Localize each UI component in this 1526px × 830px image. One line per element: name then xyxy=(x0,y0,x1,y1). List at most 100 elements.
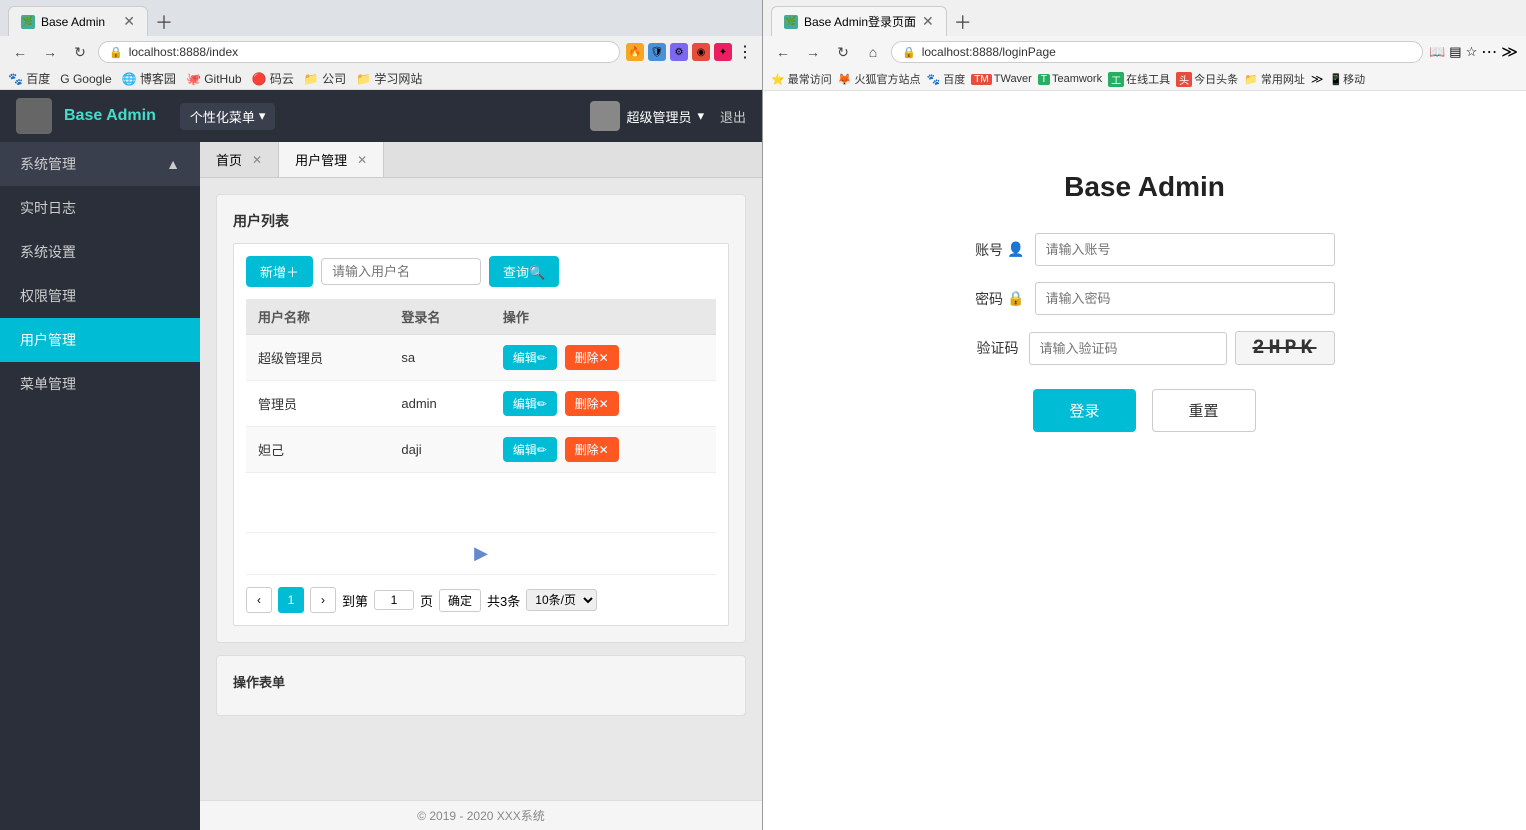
page-1-btn[interactable]: 1 xyxy=(278,587,304,613)
prev-page-btn[interactable]: ‹ xyxy=(246,587,272,613)
ext-icon-3[interactable]: ⚙ xyxy=(670,43,688,61)
cell-actions: 编辑✏ 删除✕ xyxy=(491,381,716,427)
sidebar-item-permission[interactable]: 权限管理 xyxy=(0,274,200,318)
edit-button-1[interactable]: 编辑✏ xyxy=(503,345,557,370)
delete-button-2[interactable]: 删除✕ xyxy=(565,391,619,416)
right-bm-tools[interactable]: 工 在线工具 xyxy=(1108,71,1170,87)
right-menu-more[interactable]: ≫ xyxy=(1501,42,1518,62)
right-tab-1-close[interactable]: ✕ xyxy=(922,13,934,30)
right-bookmark-icon[interactable]: ☆ xyxy=(1466,44,1478,60)
left-new-tab-btn[interactable]: ＋ xyxy=(150,8,178,36)
captcha-image[interactable]: 2HPK xyxy=(1235,331,1335,365)
sidebar-item-menu-management[interactable]: 菜单管理 xyxy=(0,362,200,406)
page-unit: 页 xyxy=(420,591,433,610)
right-browser-window: 🌿 Base Admin登录页面 ✕ ＋ ← → ↻ ⌂ 🔒 localhost… xyxy=(763,0,1526,830)
sidebar-collapse-icon: ▲ xyxy=(166,156,180,172)
content-tab-user-close[interactable]: ✕ xyxy=(357,153,367,167)
right-bm-more[interactable]: ≫ xyxy=(1311,72,1324,86)
logout-btn[interactable]: 退出 xyxy=(720,107,746,126)
header-right: 超级管理员 ▾ 退出 xyxy=(590,101,746,131)
sidebar-section-system[interactable]: 系统管理 ▲ xyxy=(0,142,200,186)
next-page-btn[interactable]: › xyxy=(310,587,336,613)
account-input[interactable] xyxy=(1035,233,1335,266)
ext-icon-5[interactable]: ✦ xyxy=(714,43,732,61)
bm-github[interactable]: 🐙 GitHub xyxy=(186,72,242,86)
account-row: 账号 👤 xyxy=(955,233,1335,266)
goto-confirm-btn[interactable]: 确定 xyxy=(439,589,481,612)
delete-button-1[interactable]: 删除✕ xyxy=(565,345,619,370)
login-buttons: 登录 重置 xyxy=(955,389,1335,432)
right-menu-btn[interactable]: ⋯ xyxy=(1481,42,1497,62)
password-label: 密码 🔒 xyxy=(955,289,1035,309)
account-label-text: 账号 xyxy=(975,240,1003,260)
ext-icon-2[interactable]: 🛡 xyxy=(648,43,666,61)
right-bm-teamwork[interactable]: T Teamwork xyxy=(1038,73,1102,85)
bm-mayun[interactable]: 🔴 码云 xyxy=(252,70,294,87)
footer-text: © 2019 - 2020 XXX系统 xyxy=(417,809,545,823)
left-reload-btn[interactable]: ↻ xyxy=(68,40,92,64)
left-forward-btn[interactable]: → xyxy=(38,40,62,64)
bm-baidu[interactable]: 🐾 百度 xyxy=(8,70,50,87)
right-tab-bar: 🌿 Base Admin登录页面 ✕ ＋ xyxy=(771,6,1518,36)
right-back-btn[interactable]: ← xyxy=(771,40,795,64)
captcha-input[interactable] xyxy=(1029,332,1227,365)
captcha-label: 验证码 xyxy=(955,338,1029,358)
scroll-container[interactable]: 用户列表 新增＋ 查询🔍 xyxy=(200,178,762,800)
left-tab-1-close[interactable]: ✕ xyxy=(123,13,135,30)
right-bm-firefox[interactable]: 🦊 火狐官方站点 xyxy=(838,71,921,87)
user-list-panel: 用户列表 新增＋ 查询🔍 xyxy=(216,194,746,643)
sidebar-item-user-management[interactable]: 用户管理 xyxy=(0,318,200,362)
personalized-menu-btn[interactable]: 个性化菜单 ▾ xyxy=(180,103,276,130)
query-button[interactable]: 查询🔍 xyxy=(489,256,559,287)
right-bm-toutiao[interactable]: 头 今日头条 xyxy=(1176,71,1238,87)
content-tab-user-mgmt[interactable]: 用户管理 ✕ xyxy=(279,142,384,177)
right-sidebar-icon[interactable]: ▤ xyxy=(1449,44,1461,60)
right-tab-1[interactable]: 🌿 Base Admin登录页面 ✕ xyxy=(771,6,947,36)
sidebar-item-realtime-log[interactable]: 实时日志 xyxy=(0,186,200,230)
right-reader-icon[interactable]: 📖 xyxy=(1429,44,1445,60)
page-size-select[interactable]: 10条/页 20条/页 50条/页 xyxy=(526,589,597,611)
right-address-bar-row: ← → ↻ ⌂ 🔒 localhost:8888/loginPage 📖 ▤ ☆… xyxy=(763,36,1526,68)
reset-button[interactable]: 重置 xyxy=(1152,389,1256,432)
edit-button-2[interactable]: 编辑✏ xyxy=(503,391,557,416)
content-tab-home[interactable]: 首页 ✕ xyxy=(200,142,279,177)
add-user-button[interactable]: 新增＋ xyxy=(246,256,313,287)
right-new-tab-btn[interactable]: ＋ xyxy=(949,8,977,36)
password-input[interactable] xyxy=(1035,282,1335,315)
bm-company[interactable]: 📁 公司 xyxy=(304,70,346,87)
left-back-btn[interactable]: ← xyxy=(8,40,32,64)
captcha-label-text: 验证码 xyxy=(977,338,1019,358)
bm-study[interactable]: 📁 学习网站 xyxy=(356,70,422,87)
sidebar-item-system-settings[interactable]: 系统设置 xyxy=(0,230,200,274)
header-user-btn[interactable]: 超级管理员 ▾ xyxy=(590,101,704,131)
right-reload-btn[interactable]: ↻ xyxy=(831,40,855,64)
delete-button-3[interactable]: 删除✕ xyxy=(565,437,619,462)
right-bm-common[interactable]: 📁 常用网址 xyxy=(1244,71,1305,87)
right-home-btn[interactable]: ⌂ xyxy=(861,40,885,64)
left-address-text: localhost:8888/index xyxy=(129,45,238,59)
right-bm-twaver[interactable]: TM TWaver xyxy=(971,73,1032,85)
right-toolbar-icons: 📖 ▤ ☆ ⋯ ≫ xyxy=(1429,42,1518,62)
right-bm-baidu[interactable]: 🐾 百度 xyxy=(927,71,966,87)
right-forward-btn[interactable]: → xyxy=(801,40,825,64)
app-layout: Base Admin 个性化菜单 ▾ 超级管理员 ▾ 退出 系统管理 xyxy=(0,90,762,830)
bm-bokeyuan[interactable]: 🌐 博客园 xyxy=(122,70,176,87)
login-button[interactable]: 登录 xyxy=(1033,389,1135,432)
sidebar-section-label: 系统管理 xyxy=(20,154,76,174)
left-address-box[interactable]: 🔒 localhost:8888/index xyxy=(98,41,620,63)
left-tab-1[interactable]: 🌿 Base Admin ✕ xyxy=(8,6,148,36)
goto-page-input[interactable] xyxy=(374,590,414,610)
right-bm-mobile[interactable]: 📱移动 xyxy=(1329,71,1365,87)
content-tab-home-label: 首页 xyxy=(216,150,242,169)
left-menu-btn[interactable]: ⋮ xyxy=(736,43,754,61)
right-address-box[interactable]: 🔒 localhost:8888/loginPage xyxy=(891,41,1423,63)
search-input[interactable] xyxy=(321,258,481,285)
bm-google[interactable]: G Google xyxy=(60,72,111,86)
cell-username: 妲己 xyxy=(246,427,389,473)
edit-button-3[interactable]: 编辑✏ xyxy=(503,437,557,462)
ext-icon-4[interactable]: ◉ xyxy=(692,43,710,61)
ext-icon-1[interactable]: 🔥 xyxy=(626,43,644,61)
sidebar-item-label: 菜单管理 xyxy=(20,374,76,394)
right-bm-frequent[interactable]: ⭐ 最常访问 xyxy=(771,71,832,87)
content-tab-home-close[interactable]: ✕ xyxy=(252,153,262,167)
